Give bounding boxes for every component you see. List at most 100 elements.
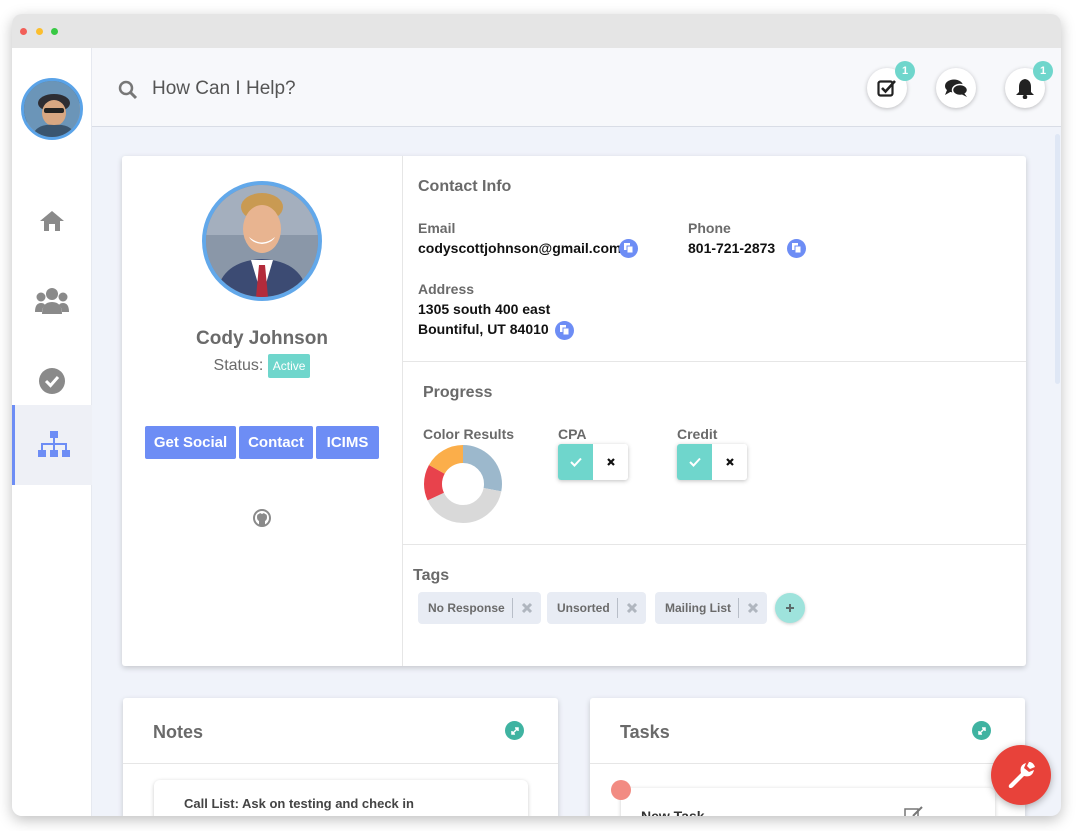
cpa-yes-option[interactable] — [558, 444, 593, 480]
tag-label: No Response — [428, 601, 505, 615]
status-label: Status: — [213, 357, 264, 375]
user-avatar[interactable] — [21, 78, 83, 140]
task-card[interactable]: New Task — [621, 788, 995, 816]
plus-icon — [786, 604, 794, 612]
email-label: Email — [418, 220, 456, 236]
tasks-badge: 1 — [895, 61, 915, 81]
notes-title: Notes — [153, 722, 204, 742]
remove-tag-button[interactable] — [739, 602, 767, 614]
note-card[interactable]: Call List: Ask on testing and check in — [154, 780, 528, 816]
notes-divider — [123, 763, 558, 764]
app-window: 1 1 — [12, 14, 1061, 816]
remove-tag-button[interactable] — [513, 602, 541, 614]
edit-icon[interactable] — [904, 806, 924, 816]
tag-label: Unsorted — [557, 601, 610, 615]
x-icon — [606, 458, 615, 466]
copy-icon — [559, 325, 569, 336]
card-divider-vertical — [402, 156, 403, 666]
tag-no-response[interactable]: No Response — [418, 592, 541, 624]
copy-phone-button[interactable] — [787, 239, 806, 258]
expand-icon — [977, 726, 986, 735]
close-icon — [626, 602, 637, 614]
remove-tag-button[interactable] — [618, 602, 646, 614]
top-bar: 1 1 — [92, 48, 1061, 127]
check-icon — [569, 457, 582, 467]
contact-info-title: Contact Info — [418, 178, 512, 195]
search-icon — [118, 80, 138, 100]
avatar-image — [24, 81, 80, 137]
address-line2: Bountiful, UT 84010 — [418, 321, 549, 337]
home-icon — [40, 211, 64, 231]
copy-email-button[interactable] — [619, 239, 638, 258]
expand-tasks-button[interactable] — [972, 721, 991, 740]
credit-toggle[interactable] — [677, 444, 747, 480]
close-icon — [747, 602, 759, 614]
sidebar — [12, 48, 92, 816]
contact-name: Cody Johnson — [196, 328, 328, 349]
cpa-no-option[interactable] — [593, 444, 628, 480]
check-icon — [688, 457, 701, 467]
github-icon[interactable] — [253, 509, 271, 527]
tag-mailing-list[interactable]: Mailing List — [655, 592, 767, 624]
tasks-panel: Tasks New Task — [590, 698, 1025, 816]
close-icon — [521, 602, 532, 614]
progress-title: Progress — [423, 384, 493, 401]
cpa-label: CPA — [558, 426, 587, 442]
address-line1: 1305 south 400 east — [418, 301, 551, 317]
credit-yes-option[interactable] — [677, 444, 712, 480]
tasks-title: Tasks — [620, 722, 670, 742]
scrollbar-thumb[interactable] — [1055, 134, 1060, 384]
tasks-divider — [590, 763, 1025, 764]
tasks-button[interactable]: 1 — [867, 61, 915, 108]
sidebar-item-org-chart[interactable] — [12, 405, 92, 485]
contact-button[interactable]: Contact — [239, 426, 313, 459]
phone-label: Phone — [688, 220, 731, 236]
task-priority-dot — [611, 780, 631, 800]
tools-fab-button[interactable] — [991, 745, 1051, 805]
sidebar-item-users[interactable] — [12, 261, 92, 341]
tag-label: Mailing List — [665, 601, 731, 615]
messages-button[interactable] — [936, 68, 976, 108]
bell-icon — [1016, 78, 1034, 99]
notifications-badge: 1 — [1033, 61, 1053, 81]
phone-value: 801-721-2873 — [688, 240, 776, 256]
checkbox-icon — [877, 80, 896, 97]
add-tag-button[interactable] — [775, 593, 805, 623]
color-results-label: Color Results — [423, 426, 515, 442]
expand-notes-button[interactable] — [505, 721, 524, 740]
profile-photo-image — [206, 185, 318, 297]
close-window-button[interactable] — [20, 28, 27, 35]
section-divider — [403, 361, 1026, 362]
profile-card: Cody Johnson Status: Active Get Social C… — [122, 156, 1026, 666]
note-text: Call List: Ask on testing and check in — [184, 796, 414, 811]
credit-label: Credit — [677, 426, 718, 442]
maximize-window-button[interactable] — [51, 28, 58, 35]
check-circle-icon — [39, 368, 65, 394]
minimize-window-button[interactable] — [36, 28, 43, 35]
sidebar-item-home[interactable] — [12, 181, 92, 261]
tag-unsorted[interactable]: Unsorted — [547, 592, 646, 624]
tags-title: Tags — [413, 567, 450, 584]
cpa-toggle[interactable] — [558, 444, 628, 480]
profile-photo — [202, 181, 322, 301]
search-input[interactable] — [152, 74, 552, 104]
task-title: New Task — [641, 808, 705, 816]
sitemap-icon — [37, 431, 70, 457]
title-bar — [12, 14, 1061, 48]
copy-icon — [623, 243, 633, 254]
section-divider — [403, 544, 1026, 545]
icims-button[interactable]: ICIMS — [316, 426, 379, 459]
status-badge: Active — [267, 354, 311, 378]
credit-no-option[interactable] — [712, 444, 747, 480]
get-social-button[interactable]: Get Social — [145, 426, 236, 459]
notifications-button[interactable]: 1 — [1005, 61, 1053, 108]
status-row: Status: Active — [122, 354, 402, 378]
users-icon — [35, 288, 69, 314]
notes-panel: Notes Call List: Ask on testing and chec… — [123, 698, 558, 816]
wrench-icon — [1008, 761, 1035, 788]
x-icon — [725, 458, 734, 466]
expand-icon — [510, 726, 519, 735]
comments-icon — [945, 79, 968, 97]
copy-address-button[interactable] — [555, 321, 574, 340]
email-value: codyscottjohnson@gmail.com — [418, 240, 622, 256]
